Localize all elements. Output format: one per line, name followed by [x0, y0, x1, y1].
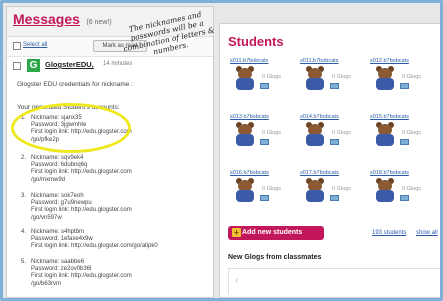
add-new-students-button[interactable]: + Add new students: [228, 226, 324, 240]
add-new-students-label: Add new students: [242, 229, 303, 236]
student-name[interactable]: s014.b7bobcats: [300, 114, 364, 122]
plus-icon: +: [232, 228, 241, 237]
glog-thumbnail-icon: [260, 83, 269, 89]
account-login-link[interactable]: First login link: http://edu.glogster.co…: [21, 273, 181, 280]
account-password: Password: ze2ov0b36l: [31, 266, 92, 273]
student-card[interactable]: s011.b7bobcats 0 Glogs: [300, 58, 364, 108]
student-card[interactable]: s013.b7bobcats 0 Glogs: [230, 114, 294, 164]
account-nickname: Nickname: saabbe6: [31, 259, 85, 265]
account-login-path[interactable]: /go/mxmw9d: [21, 177, 181, 184]
message-row[interactable]: G GlogsterEDU, 14 minutes: [7, 57, 213, 77]
glog-count: 0 Glogs: [402, 186, 421, 192]
bear-avatar-icon: [304, 66, 326, 92]
account-login-link[interactable]: First login link: http://edu.glogster.co…: [21, 243, 181, 250]
chevron-left-icon[interactable]: ‹: [235, 275, 238, 286]
glog-count: 0 Glogs: [262, 74, 281, 80]
select-all-link[interactable]: Select all: [23, 42, 47, 48]
bear-avatar-icon: [234, 122, 256, 148]
student-count-link[interactable]: 193 students: [372, 230, 406, 236]
messages-title[interactable]: Messages: [13, 11, 80, 27]
sender-name[interactable]: GlogsterEDU,: [45, 60, 94, 69]
bear-avatar-icon: [374, 66, 396, 92]
student-name[interactable]: s013.b7bobcats: [230, 114, 294, 122]
student-name[interactable]: s011.b7bobcats: [230, 58, 294, 66]
students-panel: Students s011.b7bobcats 0 Glogs s011.b7b…: [219, 23, 440, 298]
account-number: 5.: [21, 259, 27, 265]
glog-thumbnail-icon: [260, 195, 269, 201]
student-card[interactable]: s012.b7bobcats 0 Glogs: [370, 58, 434, 108]
account-login-path[interactable]: /go/vn597w: [21, 215, 181, 222]
account-entry-2: 2. Nickname: sqv9ek4 Password: 6dubnq6q F…: [21, 155, 181, 184]
student-card[interactable]: s016.b7bobcats 0 Glogs: [230, 170, 294, 220]
account-password: Password: 1efaxe4x9w: [31, 236, 93, 243]
student-card[interactable]: s014.b7bobcats 0 Glogs: [300, 114, 364, 164]
sender-avatar: G: [27, 59, 40, 72]
account-number: 2.: [21, 155, 27, 161]
student-name[interactable]: s012.b7bobcats: [370, 58, 434, 66]
glog-count: 0 Glogs: [402, 130, 421, 136]
account-login-path[interactable]: /go/b63rvm: [21, 281, 181, 288]
highlight-ellipse: [11, 103, 131, 153]
account-entry-3: 3. Nickname: sok7eoh Password: g7u9newpu …: [21, 193, 181, 222]
show-all-link[interactable]: show all: [416, 230, 438, 236]
bear-avatar-icon: [304, 122, 326, 148]
account-number: 4.: [21, 229, 27, 235]
glog-thumbnail-icon: [260, 139, 269, 145]
account-nickname: Nickname: s4hptbm: [31, 229, 85, 235]
students-title: Students: [228, 34, 284, 49]
glog-thumbnail-icon: [400, 83, 409, 89]
account-number: 3.: [21, 193, 27, 199]
glog-thumbnail-icon: [330, 83, 339, 89]
student-name[interactable]: s011.b7bobcats: [300, 58, 364, 66]
app-frame: Messages (6 new!) Select all Mark as rea…: [0, 0, 443, 301]
account-nickname: Nickname: sqv9ek4: [31, 155, 84, 161]
glog-thumbnail-icon: [400, 195, 409, 201]
new-glogs-carousel: ‹: [228, 268, 440, 294]
account-nickname: Nickname: sok7eoh: [31, 193, 84, 199]
select-all-checkbox[interactable]: [13, 42, 21, 50]
new-glogs-heading: New Glogs from classmates: [228, 254, 322, 261]
glog-count: 0 Glogs: [332, 130, 351, 136]
student-name[interactable]: s017.b7bobcats: [300, 170, 364, 178]
student-card[interactable]: s011.b7bobcats 0 Glogs: [230, 58, 294, 108]
student-name[interactable]: s015.b7bobcats: [370, 114, 434, 122]
student-card[interactable]: s018.b7bobcats 0 Glogs: [370, 170, 434, 220]
glog-count: 0 Glogs: [332, 186, 351, 192]
student-card[interactable]: s015.b7bobcats 0 Glogs: [370, 114, 434, 164]
account-entry-5: 5. Nickname: saabbe6 Password: ze2ov0b36l…: [21, 259, 181, 288]
student-card[interactable]: s017.b7bobcats 0 Glogs: [300, 170, 364, 220]
glog-thumbnail-icon: [330, 139, 339, 145]
bear-avatar-icon: [234, 66, 256, 92]
account-login-link[interactable]: First login link: http://edu.glogster.co…: [21, 169, 181, 176]
account-entry-4: 4. Nickname: s4hptbm Password: 1efaxe4x9w…: [21, 229, 181, 251]
new-count-badge: (6 new!): [86, 19, 112, 26]
account-password: Password: 6dubnq6q: [31, 162, 88, 169]
bear-avatar-icon: [374, 178, 396, 204]
glog-count: 0 Glogs: [332, 74, 351, 80]
message-intro: Glogster EDU credentials for nickname :: [17, 81, 133, 88]
glog-count: 0 Glogs: [402, 74, 421, 80]
glog-count: 0 Glogs: [262, 130, 281, 136]
account-login-link[interactable]: First login link: http://edu.glogster.co…: [21, 207, 181, 214]
account-password: Password: g7u9newpu: [31, 200, 92, 207]
bear-avatar-icon: [304, 178, 326, 204]
glog-thumbnail-icon: [330, 195, 339, 201]
message-checkbox[interactable]: [13, 62, 21, 70]
bear-avatar-icon: [374, 122, 396, 148]
student-name[interactable]: s018.b7bobcats: [370, 170, 434, 178]
glog-thumbnail-icon: [400, 139, 409, 145]
bear-avatar-icon: [234, 178, 256, 204]
glog-count: 0 Glogs: [262, 186, 281, 192]
student-name[interactable]: s016.b7bobcats: [230, 170, 294, 178]
